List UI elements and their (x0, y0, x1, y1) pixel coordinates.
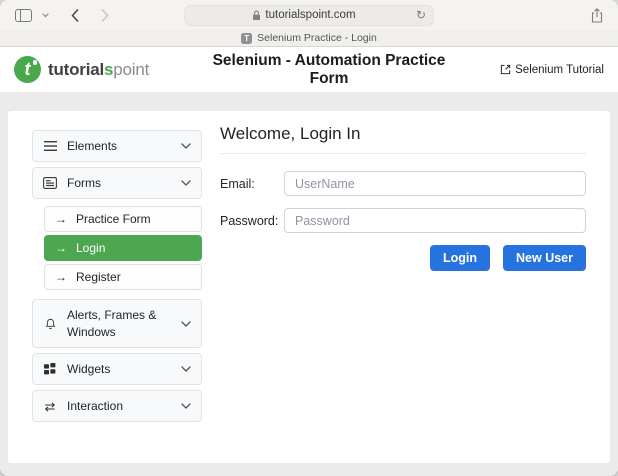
logo-text-suffix: point (113, 60, 149, 79)
password-field[interactable] (284, 208, 586, 233)
sidebar-item-label: Widgets (67, 361, 171, 377)
url-text: tutorialspoint.com (265, 9, 355, 21)
active-tab[interactable]: T Selenium Practice - Login (241, 32, 377, 44)
email-label: Email: (220, 177, 284, 191)
address-bar-center: tutorialspoint.com (192, 9, 416, 21)
sidebar-item-label: Interaction (67, 398, 171, 414)
heading-divider (220, 153, 586, 154)
submenu-item-login[interactable]: → Login (44, 235, 202, 261)
toolbar-left-group (12, 6, 132, 25)
submenu-item-label: Practice Form (76, 212, 151, 226)
address-bar[interactable]: tutorialspoint.com ↻ (184, 5, 434, 26)
chevron-down-icon (181, 321, 191, 327)
forms-icon (43, 177, 57, 189)
widgets-icon (43, 363, 57, 375)
sidebar-item-widgets[interactable]: Widgets (32, 353, 202, 385)
submenu-item-label: Login (76, 241, 105, 255)
chevron-down-icon (181, 143, 191, 149)
sidebar-toggle-icon (15, 9, 32, 22)
main-card: Elements Forms → Practice Form (8, 111, 610, 463)
login-form-panel: Welcome, Login In Email: Password: Login… (202, 111, 610, 463)
lock-icon (252, 10, 261, 21)
forward-chevron-icon (101, 9, 109, 22)
sidebar-item-label: Alerts, Frames & Windows (67, 307, 171, 339)
form-buttons: Login New User (220, 245, 586, 271)
back-button[interactable] (68, 6, 82, 25)
chevron-down-icon (42, 13, 49, 18)
sidebar-item-label: Forms (67, 175, 171, 191)
sidebar-item-forms[interactable]: Forms (32, 167, 202, 199)
arrow-right-icon: → (55, 271, 67, 283)
reload-button[interactable]: ↻ (416, 9, 426, 21)
tab-overview-chevron-button[interactable] (39, 10, 52, 21)
safari-window: tutorialspoint.com ↻ T Selenium Practice… (0, 0, 618, 476)
chevron-down-icon (181, 366, 191, 372)
site-header: t tutorialspoint Selenium - Automation P… (0, 47, 618, 93)
bell-icon (43, 317, 57, 331)
welcome-heading: Welcome, Login In (220, 124, 586, 144)
interaction-arrows-icon: ⇄ (43, 400, 57, 413)
toolbar-right-group (486, 5, 606, 26)
browser-toolbar: tutorialspoint.com ↻ (0, 0, 618, 30)
password-label: Password: (220, 214, 284, 228)
share-icon (591, 8, 603, 23)
elements-icon (43, 141, 57, 151)
sidebar-item-alerts-frames-windows[interactable]: Alerts, Frames & Windows (32, 299, 202, 347)
submenu-item-label: Register (76, 270, 121, 284)
sidebar: Elements Forms → Practice Form (32, 130, 202, 463)
share-button[interactable] (588, 5, 606, 26)
arrow-right-icon: → (55, 213, 67, 225)
sidebar-item-interaction[interactable]: ⇄ Interaction (32, 390, 202, 422)
external-link-icon (500, 64, 511, 75)
submenu-item-register[interactable]: → Register (44, 264, 202, 290)
selenium-tutorial-link[interactable]: Selenium Tutorial (454, 64, 604, 76)
login-button[interactable]: Login (430, 245, 490, 271)
back-chevron-icon (71, 9, 79, 22)
password-row: Password: (220, 208, 586, 233)
tab-bar: T Selenium Practice - Login (0, 30, 618, 47)
sidebar-item-elements[interactable]: Elements (32, 130, 202, 162)
email-field[interactable] (284, 171, 586, 196)
tab-title: Selenium Practice - Login (257, 32, 377, 44)
forward-button[interactable] (98, 6, 112, 25)
page-title: Selenium - Automation Practice Form (204, 52, 454, 88)
chevron-down-icon (181, 180, 191, 186)
logo-text: tutorialspoint (48, 60, 149, 80)
logo-text-accent: s (104, 60, 113, 79)
tutorialspoint-logo[interactable]: t tutorialspoint (14, 56, 204, 83)
logo-mark-icon: t (14, 56, 41, 83)
forms-submenu: → Practice Form → Login → Register (44, 206, 202, 290)
sidebar-toggle-button[interactable] (12, 6, 35, 25)
logo-text-prefix: tutorial (48, 60, 104, 79)
arrow-right-icon: → (55, 242, 67, 254)
chevron-down-icon (181, 403, 191, 409)
email-row: Email: (220, 171, 586, 196)
sidebar-item-label: Elements (67, 138, 171, 154)
tab-favicon: T (241, 33, 252, 44)
submenu-item-practice-form[interactable]: → Practice Form (44, 206, 202, 232)
selenium-tutorial-link-label: Selenium Tutorial (515, 64, 604, 76)
new-user-button[interactable]: New User (503, 245, 586, 271)
